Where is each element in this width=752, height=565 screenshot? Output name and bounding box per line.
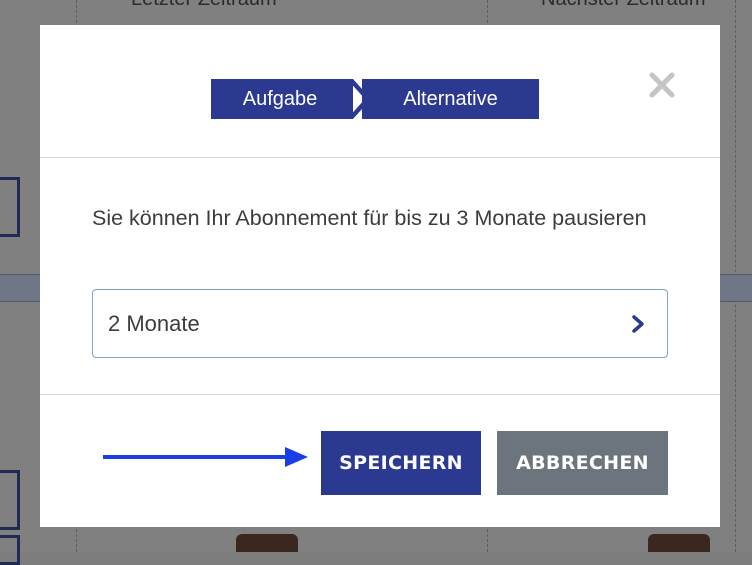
modal-body: Sie können Ihr Abonnement für bis zu 3 M… — [40, 158, 720, 395]
background-box — [0, 535, 20, 565]
save-button[interactable]: SPEICHERN — [321, 431, 481, 495]
close-icon — [649, 72, 675, 98]
pause-subscription-modal: Aufgabe Alternative Sie können Ihr Abonn… — [40, 25, 720, 527]
product-image — [648, 534, 710, 552]
background-box — [0, 177, 20, 237]
step-aufgabe: Aufgabe — [211, 79, 353, 119]
modal-header: Aufgabe Alternative — [40, 25, 720, 158]
chevron-right-icon — [632, 315, 644, 333]
product-image — [236, 534, 298, 552]
cancel-button[interactable]: ABBRECHEN — [497, 431, 668, 495]
pause-duration-select[interactable]: 2 Monate — [92, 289, 668, 358]
step-alternative: Alternative — [362, 79, 539, 119]
modal-footer: SPEICHERN ABBRECHEN — [40, 395, 720, 527]
previous-period-heading: Letzter Zeitraum — [131, 0, 277, 11]
close-button[interactable] — [646, 67, 678, 103]
select-value: 2 Monate — [108, 310, 200, 336]
next-period-heading: Nächster Zeitraum — [541, 0, 706, 11]
step-label: Aufgabe — [242, 87, 318, 110]
step-label: Alternative — [403, 87, 498, 110]
background-box — [0, 470, 20, 530]
pause-prompt: Sie können Ihr Abonnement für bis zu 3 M… — [92, 206, 647, 230]
arrow-icon — [103, 447, 308, 467]
